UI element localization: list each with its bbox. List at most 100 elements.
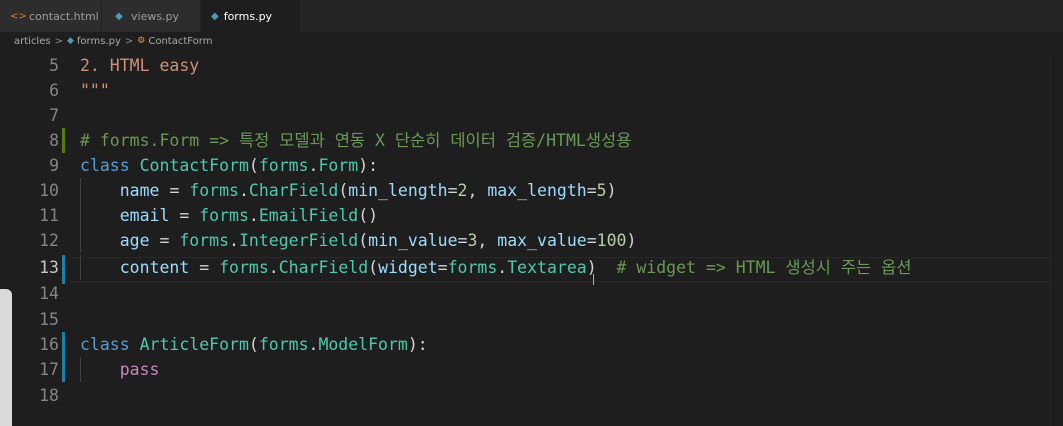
code-line[interactable]: 9 class ContactForm(forms.Form): <box>0 153 1063 178</box>
code-line[interactable]: 7 <box>0 103 1063 128</box>
line-number: 8 <box>49 131 59 150</box>
code-line[interactable]: 5 2. HTML easy <box>0 53 1063 78</box>
breadcrumb: articles > ◆ forms.py > ⚙ ContactForm <box>0 32 1063 50</box>
code-token: ( <box>358 206 369 225</box>
editor-scrollbar[interactable] <box>1050 50 1063 426</box>
code-token: . <box>238 181 249 200</box>
code-token: content <box>119 258 190 277</box>
code-token: widget <box>378 258 438 277</box>
code-token: forms <box>219 258 269 277</box>
code-token: forms <box>258 156 309 175</box>
code-tokens: class ArticleForm(forms.ModelForm): <box>80 332 428 357</box>
code-token: min_length <box>348 181 448 200</box>
html-file-icon: <> <box>10 10 27 22</box>
code-tokens: name = forms.CharField(min_length=2, max… <box>80 178 617 203</box>
code-tokens: content = forms.CharField(widget=forms.T… <box>80 255 912 280</box>
breadcrumb-file[interactable]: forms.py <box>77 36 121 47</box>
code-line[interactable]: 8 # forms.Form => 특정 모델과 연동 X 단순히 데이터 검증… <box>0 128 1063 153</box>
tab-contact-html[interactable]: <> contact.html <box>0 0 102 32</box>
line-number: 6 <box>49 81 59 100</box>
code-token: ModelForm <box>318 335 408 354</box>
breadcrumb-symbol[interactable]: ContactForm <box>148 36 212 47</box>
code-line[interactable]: 10 name = forms.CharField(min_length=2, … <box>0 178 1063 203</box>
code-comment: # forms.Form => 특정 모델과 연동 X 단순히 데이터 검증/H… <box>80 131 632 150</box>
code-line[interactable]: 15 <box>0 307 1063 332</box>
code-token: pass <box>119 360 160 379</box>
code-token: class <box>80 156 130 175</box>
code-token: class <box>80 335 130 354</box>
code-line[interactable]: 17 pass <box>0 357 1063 382</box>
code-line[interactable]: 14 <box>0 281 1063 306</box>
code-token: 2 <box>457 181 468 200</box>
code-token: Form <box>318 156 359 175</box>
code-token: : <box>368 156 379 175</box>
code-token: ( <box>368 258 379 277</box>
code-token: = <box>199 258 210 277</box>
code-token: 100 <box>596 231 627 250</box>
tab-label: views.py <box>131 9 180 23</box>
line-number: 13 <box>39 258 59 277</box>
tab-views-py[interactable]: ◆ views.py <box>102 0 201 32</box>
python-file-icon: ◆ <box>211 10 219 22</box>
code-token: = <box>586 231 597 250</box>
code-line-current[interactable]: 13 content = forms.CharField(widget=form… <box>0 255 1063 280</box>
code-token: = <box>437 258 448 277</box>
code-token: forms <box>199 206 249 225</box>
code-token: = <box>159 231 170 250</box>
line-number: 9 <box>49 156 59 175</box>
code-token: forms <box>179 231 230 250</box>
code-token: name <box>119 181 160 200</box>
code-token: = <box>457 231 468 250</box>
code-token: ) <box>407 335 418 354</box>
code-line[interactable]: 11 email = forms.EmailField() <box>0 203 1063 228</box>
breadcrumb-folder[interactable]: articles <box>14 36 51 47</box>
code-token: ( <box>248 156 259 175</box>
code-token: email <box>119 206 170 225</box>
code-line[interactable]: 16 class ArticleForm(forms.ModelForm): <box>0 332 1063 357</box>
code-token: = <box>586 181 597 200</box>
code-token: = <box>169 181 180 200</box>
chevron-right-icon: > <box>54 35 63 47</box>
python-file-icon: ◆ <box>115 10 123 22</box>
code-token: . <box>308 335 319 354</box>
line-number: 12 <box>39 231 59 250</box>
code-tokens: pass <box>80 357 160 382</box>
text-cursor <box>593 274 594 285</box>
code-token: max_length <box>487 181 587 200</box>
code-token: 3 <box>467 231 478 250</box>
code-editor[interactable]: 5 2. HTML easy 6 """ 7 8 # forms.Form =>… <box>0 52 1063 426</box>
code-token: . <box>497 258 508 277</box>
code-line[interactable]: 12 age = forms.IntegerField(min_value=3,… <box>0 228 1063 253</box>
tab-forms-py[interactable]: ◆ forms.py <box>201 0 301 32</box>
code-line[interactable]: 6 """ <box>0 78 1063 103</box>
class-symbol-icon: ⚙ <box>137 36 146 46</box>
code-token: max_value <box>497 231 587 250</box>
python-file-icon: ◆ <box>66 36 74 46</box>
code-token: ) <box>606 181 617 200</box>
code-token: . <box>268 258 279 277</box>
code-token: ( <box>358 231 369 250</box>
code-token: ArticleForm <box>139 335 249 354</box>
code-token: EmailField <box>258 206 359 225</box>
code-token: = <box>447 181 458 200</box>
code-token: Textarea <box>507 258 587 277</box>
code-tokens: age = forms.IntegerField(min_value=3, ma… <box>80 228 637 253</box>
line-number: 11 <box>39 206 59 225</box>
code-token: CharField <box>278 258 369 277</box>
code-token: forms <box>189 181 239 200</box>
tab-label: forms.py <box>223 9 273 23</box>
tab-label: contact.html <box>29 9 99 23</box>
code-token: = <box>179 206 190 225</box>
code-line[interactable]: 18 <box>0 383 1063 408</box>
